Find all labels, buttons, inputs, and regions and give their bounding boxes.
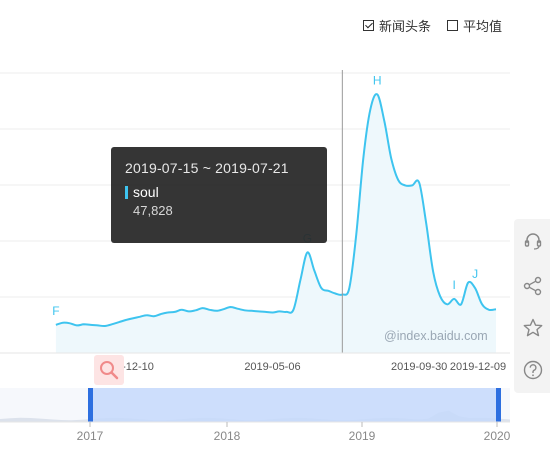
x-tick-label: 2019-09-30 [391,361,447,373]
navigator-year-label: 2018 [214,429,241,443]
headset-icon[interactable] [523,231,543,251]
checkbox-unchecked-icon[interactable] [446,20,458,31]
legend-option-news-headlines[interactable]: 新闻头条 [362,16,431,35]
tooltip-date-range: 2019-07-15 ~ 2019-07-21 [125,160,289,176]
navigator-year-label: 2017 [77,429,104,443]
help-icon[interactable] [523,360,543,380]
event-marker-f: F [52,304,59,318]
navigator-year-label: 2019 [349,429,376,443]
tooltip-series: soul [125,184,313,200]
navigator-year-label: 2020 [484,429,511,443]
event-marker-h: H [373,73,382,87]
legend-label: 新闻头条 [378,19,431,34]
event-marker-i: I [452,278,455,292]
tooltip-series-name: soul [133,184,159,200]
navigator-left-handle[interactable] [88,388,93,422]
x-tick-label: 2019-12-09 [450,361,506,373]
search-icon [100,361,119,380]
event-marker-j: J [472,267,478,281]
share-icon[interactable] [523,276,543,296]
legend-label: 平均值 [462,19,502,34]
navigator-selection [90,388,500,422]
zoom-button[interactable] [94,355,124,385]
x-tick-label: 2019-05-06 [244,361,300,373]
range-navigator[interactable]: 2017 2018 2019 2020 [0,388,511,443]
side-toolbar [514,219,550,393]
checkbox-checked-icon[interactable] [362,20,374,31]
legend-option-average[interactable]: 平均值 [446,16,502,35]
legend: 新闻头条 平均值 [362,16,502,35]
data-tooltip: 2019-07-15 ~ 2019-07-21 soul 47,828 [111,147,327,243]
navigator-right-handle[interactable] [496,388,501,422]
x-axis-ticks: 2018-12-10 2019-05-06 2019-09-30 2019-12-09 [98,361,507,373]
tooltip-value: 47,828 [133,203,173,218]
watermark: @index.baidu.com [384,329,488,343]
series-color-marker [125,185,128,199]
star-icon[interactable] [523,318,543,338]
